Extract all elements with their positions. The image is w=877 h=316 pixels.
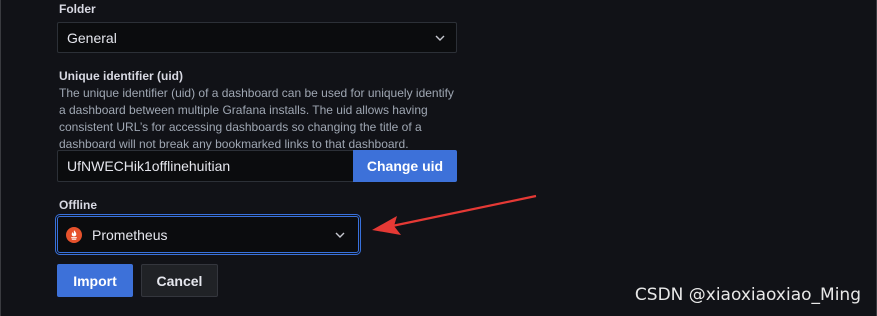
annotation-arrow-icon bbox=[372, 194, 537, 235]
watermark: CSDN @xiaoxiaoxiao_Ming bbox=[634, 285, 861, 305]
